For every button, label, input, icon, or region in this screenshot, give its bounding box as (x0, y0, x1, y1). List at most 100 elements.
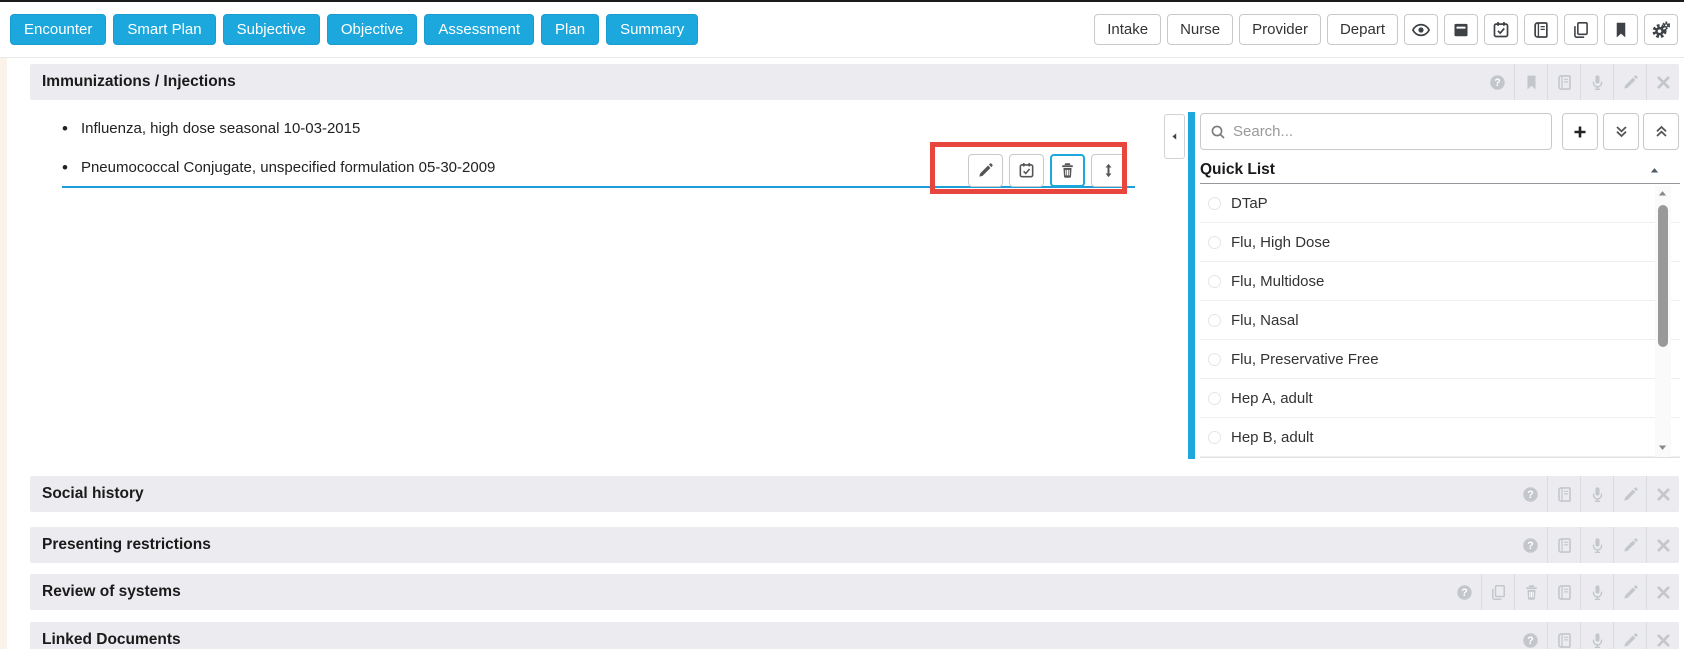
trash-icon[interactable] (1514, 574, 1547, 610)
radio-circle-icon (1208, 431, 1221, 444)
radio-circle-icon (1208, 314, 1221, 327)
edit-icon[interactable] (1613, 64, 1646, 100)
row-action-toolbar (968, 154, 1126, 187)
nav-subjective[interactable]: Subjective (223, 14, 320, 45)
bullet-icon: • (62, 159, 68, 176)
stage-depart[interactable]: Depart (1327, 14, 1398, 45)
panel-collapse-button[interactable] (1164, 114, 1185, 159)
search-input[interactable] (1233, 123, 1542, 140)
section-bar-icons: ? (1514, 622, 1679, 649)
quick-list-scrollbar[interactable] (1655, 186, 1671, 457)
quick-list-title: Quick List (1200, 161, 1275, 179)
section-bar-presenting-restrictions[interactable]: Presenting restrictions? (30, 527, 1679, 563)
close-icon[interactable] (1646, 527, 1679, 563)
quick-list: DTaP Flu, High Dose Flu, Multidose Flu, Nas… (1200, 184, 1680, 458)
edit-icon[interactable] (1613, 527, 1646, 563)
help-icon[interactable]: ? (1514, 622, 1547, 649)
help-icon[interactable]: ? (1448, 574, 1481, 610)
gears-button[interactable] (1644, 14, 1678, 45)
close-icon[interactable] (1646, 64, 1679, 100)
expand-all-button[interactable] (1603, 113, 1639, 150)
book-button[interactable] (1524, 14, 1558, 45)
microphone-icon[interactable] (1580, 527, 1613, 563)
stage-nurse[interactable]: Nurse (1167, 14, 1233, 45)
book-icon[interactable] (1547, 622, 1580, 649)
stage-intake[interactable]: Intake (1094, 14, 1161, 45)
copy-button[interactable] (1564, 14, 1598, 45)
quick-list-search (1200, 113, 1552, 150)
svg-text:?: ? (1494, 77, 1500, 89)
trash-action-button[interactable] (1050, 154, 1085, 187)
microphone-icon[interactable] (1580, 574, 1613, 610)
bookmark-button[interactable] (1604, 14, 1638, 45)
close-icon[interactable] (1646, 476, 1679, 512)
section-title: Linked Documents (30, 631, 181, 649)
nav-assessment[interactable]: Assessment (424, 14, 534, 45)
bookmark-icon[interactable] (1514, 64, 1547, 100)
help-icon[interactable]: ? (1481, 64, 1514, 100)
nav-summary[interactable]: Summary (606, 14, 698, 45)
microphone-icon[interactable] (1580, 64, 1613, 100)
panel-accent-bar (1188, 112, 1195, 459)
edit-icon[interactable] (1613, 476, 1646, 512)
radio-circle-icon (1208, 275, 1221, 288)
quick-list-label: Hep B, adult (1231, 429, 1314, 446)
quick-list-item-flu-multidose[interactable]: Flu, Multidose (1200, 262, 1680, 301)
scroll-up-icon[interactable] (1656, 187, 1669, 200)
quick-list-label: Flu, Multidose (1231, 273, 1324, 290)
section-bar-review-of-systems[interactable]: Review of systems? (30, 574, 1679, 610)
nav-objective[interactable]: Objective (327, 14, 418, 45)
book-icon[interactable] (1547, 527, 1580, 563)
immunization-entry: Influenza, high dose seasonal 10-03-2015 (81, 120, 360, 137)
quick-list-item-flu-nasal[interactable]: Flu, Nasal (1200, 301, 1680, 340)
section-bar-icons: ? (1514, 527, 1679, 563)
quick-list-item-hep-b-adult[interactable]: Hep B, adult (1200, 418, 1680, 457)
section-bar-icons: ? (1514, 476, 1679, 512)
calendar-check-action-button[interactable] (1009, 154, 1044, 187)
book-icon[interactable] (1547, 476, 1580, 512)
microphone-icon[interactable] (1580, 622, 1613, 649)
nav-plan[interactable]: Plan (541, 14, 599, 45)
immunization-row[interactable]: • Influenza, high dose seasonal 10-03-20… (62, 108, 1135, 148)
quick-list-item-dtap[interactable]: DTaP (1200, 184, 1680, 223)
caret-up-icon[interactable] (1648, 164, 1661, 177)
svg-text:?: ? (1527, 540, 1533, 552)
reorder-action-button[interactable] (1091, 154, 1126, 187)
bullet-icon: • (62, 120, 68, 137)
collapse-all-button[interactable] (1643, 113, 1679, 150)
scroll-down-icon[interactable] (1656, 441, 1669, 454)
section-bar-social-history[interactable]: Social history? (30, 476, 1679, 512)
book-icon[interactable] (1547, 574, 1580, 610)
section-bar-icons: ? (1481, 64, 1679, 100)
encounter-nav-group: EncounterSmart Plan SubjectiveObjectiveAs… (10, 14, 698, 45)
quick-list-item-flu-high-dose[interactable]: Flu, High Dose (1200, 223, 1680, 262)
nav-smart-plan[interactable]: Smart Plan (113, 14, 215, 45)
quick-list-item-hep-a-adult[interactable]: Hep A, adult (1200, 379, 1680, 418)
section-bar-immunizations[interactable]: Immunizations / Injections ? (30, 64, 1679, 100)
edit-icon[interactable] (1613, 574, 1646, 610)
section-bar-linked-documents[interactable]: Linked Documents? (30, 622, 1679, 649)
help-icon[interactable]: ? (1514, 476, 1547, 512)
stage-provider[interactable]: Provider (1239, 14, 1321, 45)
edit-icon[interactable] (1613, 622, 1646, 649)
help-icon[interactable]: ? (1514, 527, 1547, 563)
radio-circle-icon (1208, 392, 1221, 405)
close-icon[interactable] (1646, 574, 1679, 610)
scrollbar-thumb[interactable] (1658, 205, 1668, 347)
stage-and-tools-group: IntakeNurseProviderDepart (1094, 14, 1678, 45)
nav-encounter[interactable]: Encounter (10, 14, 106, 45)
eye-button[interactable] (1404, 14, 1438, 45)
edit-action-button[interactable] (968, 154, 1003, 187)
quick-list-label: Flu, High Dose (1231, 234, 1330, 251)
archive-box-button[interactable] (1444, 14, 1478, 45)
svg-text:?: ? (1527, 635, 1533, 647)
close-icon[interactable] (1646, 622, 1679, 649)
radio-circle-icon (1208, 197, 1221, 210)
quick-list-item-flu-preservative-free[interactable]: Flu, Preservative Free (1200, 340, 1680, 379)
add-button[interactable] (1562, 113, 1598, 150)
copy-icon[interactable] (1481, 574, 1514, 610)
book-icon[interactable] (1547, 64, 1580, 100)
calendar-check-button[interactable] (1484, 14, 1518, 45)
microphone-icon[interactable] (1580, 476, 1613, 512)
quick-list-header[interactable]: Quick List (1200, 157, 1680, 184)
